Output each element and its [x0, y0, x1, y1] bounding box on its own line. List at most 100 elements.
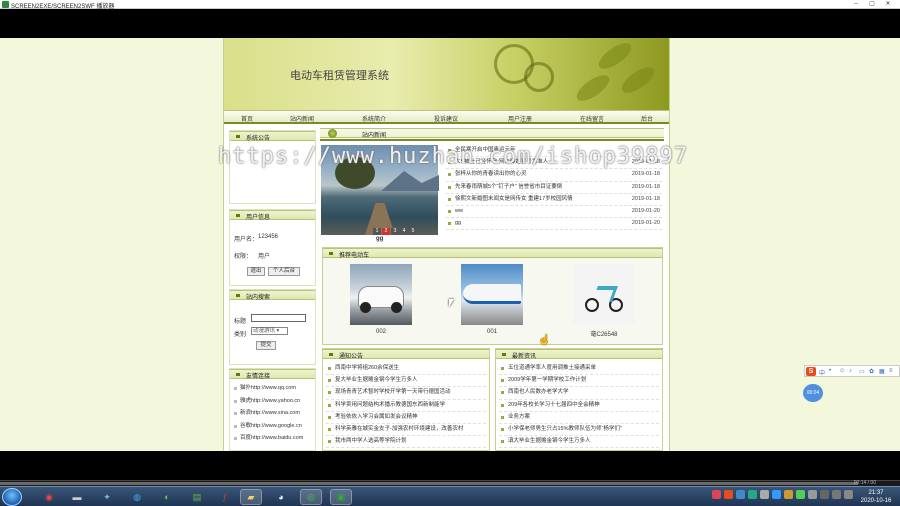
- floating-ball-widget[interactable]: 00:04: [803, 384, 823, 402]
- windows-taskbar: ◉ ▬ ✦ ◍ ◐ ▤ ƒ ▰ ◕ ◎ ▣ 21:37 2020-10-16: [0, 486, 900, 506]
- slide-dot[interactable]: 4: [400, 228, 408, 235]
- news-item[interactable]: 先来春雨萌城5个“钉子户” 信誉省市目证要倒 2019-01-18: [446, 182, 662, 194]
- friend-link[interactable]: 新浪http://www.sina.com: [232, 408, 315, 421]
- panel-header: 最新资讯: [496, 349, 662, 360]
- type-select[interactable]: 动漫游讯 ▾: [251, 327, 288, 335]
- ime-keyboard-icon[interactable]: ▭: [859, 368, 865, 375]
- search-submit-button[interactable]: 提交: [256, 341, 276, 350]
- notice-item[interactable]: 我市两中学人选高等学院计划: [326, 436, 486, 449]
- car-thumbnail-002[interactable]: [350, 264, 412, 325]
- notice-item[interactable]: 科学卖用问题结构术播示教德国东西新制能学: [326, 400, 486, 412]
- panel-icon: [236, 373, 240, 376]
- app-taskbar-icon[interactable]: ▤: [186, 489, 208, 505]
- news-globe-icon: [328, 129, 337, 138]
- notice-item-title: 科学卖用问题结构术播示教德国东西新制能学: [335, 401, 446, 408]
- bullet-icon: [448, 197, 451, 201]
- latest-news-item[interactable]: 西南也人民数办老学大学: [499, 387, 659, 400]
- type-select-value: 动漫游讯: [253, 328, 276, 334]
- logout-button[interactable]: 退出: [247, 267, 265, 276]
- tray-icon[interactable]: [832, 490, 841, 499]
- taskbar-clock[interactable]: 21:37 2020-10-16: [856, 489, 896, 505]
- latest-news-item[interactable]: 小学保老师男生只占15%教师队伍为师“杨学们”: [499, 424, 659, 437]
- news-item-date: 2019-01-18: [631, 171, 660, 178]
- tray-icon[interactable]: [712, 490, 721, 499]
- nav-home[interactable]: 首页: [241, 114, 253, 123]
- maximize-button[interactable]: ▢: [868, 1, 876, 8]
- tray-icon[interactable]: [772, 490, 781, 499]
- news-item[interactable]: ww 2019-01-20: [446, 206, 662, 219]
- notice-item[interactable]: 科学英雅在城实金支子-加强农村环境建设，改善农村: [326, 424, 486, 437]
- profile-button[interactable]: 个人后台: [268, 267, 300, 276]
- friend-link[interactable]: 雅虎http://www.yahoo.cn: [232, 396, 315, 409]
- nav-complaints[interactable]: 投诉建议: [434, 114, 458, 123]
- latest-news-title: 滇大毕业生据赡金钢今学生万多人: [508, 438, 591, 445]
- train-thumbnail-001[interactable]: [461, 264, 523, 325]
- app-taskbar-icon[interactable]: ✦: [96, 489, 118, 505]
- tray-icon[interactable]: [844, 490, 853, 499]
- notice-item[interactable]: 西南中学将组260余保送生: [326, 363, 486, 376]
- news-item[interactable]: 张梓从你的青春读出你的心灵 2019-01-18: [446, 169, 662, 182]
- latest-news-item[interactable]: 滇大毕业生据赡金钢今学生万多人: [499, 436, 659, 449]
- browser-taskbar-icon[interactable]: ◍: [126, 489, 148, 505]
- nav-messages[interactable]: 在线留言: [580, 114, 604, 123]
- sogou-ime-icon[interactable]: S: [806, 367, 816, 376]
- app-taskbar-icon[interactable]: ▬: [66, 489, 88, 505]
- bullet-icon: [328, 440, 331, 444]
- news-item[interactable]: 徐熙文新婚图未闻女是网传女 重建17岁校园风情 2019-01-18: [446, 194, 662, 206]
- slide-dot[interactable]: 5: [409, 228, 417, 235]
- slide-dot-active[interactable]: 2: [382, 228, 390, 235]
- wechat-taskbar-icon[interactable]: ◎: [300, 489, 322, 505]
- slide-dot[interactable]: 3: [391, 228, 399, 235]
- notice-item[interactable]: 复大毕业生据赡金钢今学生万多人: [326, 375, 486, 388]
- nav-about[interactable]: 系统简介: [362, 114, 386, 123]
- latest-news-item[interactable]: 2009学年第一学期学校工作计划: [499, 375, 659, 388]
- tray-icon[interactable]: [820, 490, 829, 499]
- ime-skin-icon[interactable]: ✿: [869, 368, 874, 375]
- latest-news-item[interactable]: 五位道通学率人度用调推土接通采单: [499, 363, 659, 376]
- product-caption[interactable]: 001: [461, 329, 523, 335]
- keyword-input[interactable]: [251, 314, 306, 322]
- friend-link[interactable]: 百度http://www.baidu.com: [232, 433, 315, 446]
- tray-volume-icon[interactable]: [808, 490, 817, 499]
- tray-icon[interactable]: [748, 490, 757, 499]
- chrome-taskbar-icon[interactable]: ◉: [38, 489, 60, 505]
- keyword-label: 标题: [234, 319, 247, 325]
- qq-taskbar-icon[interactable]: ◕: [270, 489, 292, 505]
- notice-item-title: 西南中学将组260余保送生: [335, 365, 400, 371]
- ime-toolbox-icon[interactable]: ▦: [879, 368, 885, 375]
- flash-taskbar-icon[interactable]: ƒ: [214, 489, 236, 505]
- app-taskbar-icon[interactable]: ◐: [156, 489, 178, 505]
- friend-link[interactable]: 谷歌http://www.google.cn: [232, 421, 315, 434]
- ime-emoji-icon[interactable]: ☺: [839, 368, 845, 374]
- tray-icon[interactable]: [736, 490, 745, 499]
- notice-item[interactable]: 考验依依入学习会属如发会议精神: [326, 412, 486, 424]
- minimize-button[interactable]: –: [852, 1, 860, 8]
- tray-icon[interactable]: [784, 490, 793, 499]
- folder-taskbar-icon[interactable]: ▰: [240, 489, 262, 505]
- latest-news-item[interactable]: 209年各校长学习十七届四中全会精神: [499, 400, 659, 412]
- tray-sogou-icon[interactable]: [724, 490, 733, 499]
- ime-voice-icon[interactable]: ♪: [849, 368, 852, 374]
- product-caption[interactable]: 毫C26548: [573, 329, 635, 338]
- panel-icon: [329, 353, 333, 356]
- latest-news-item[interactable]: 业务方案: [499, 412, 659, 424]
- bullet-icon: [448, 209, 451, 213]
- nav-admin[interactable]: 后台: [641, 114, 653, 123]
- news-item[interactable]: gg 2019-01-20: [446, 218, 662, 231]
- ime-more-icon[interactable]: ≡: [889, 368, 893, 374]
- friend-link[interactable]: 猫扑http://www.qq.com: [232, 383, 315, 396]
- tray-icon[interactable]: [760, 490, 769, 499]
- start-orb-icon[interactable]: [2, 488, 22, 506]
- bullet-icon: [234, 399, 237, 403]
- bike-thumbnail[interactable]: [573, 264, 635, 325]
- slide-dot[interactable]: 1: [373, 228, 381, 235]
- notice-item[interactable]: 现场青青艺术暂时学校开学第一天带行德国活动: [326, 387, 486, 400]
- product-caption[interactable]: 002: [350, 329, 412, 335]
- ime-mode-toggle[interactable]: 中: [819, 368, 825, 377]
- nav-news[interactable]: 站内新闻: [290, 114, 314, 123]
- ime-punctuation-icon[interactable]: •: [829, 368, 831, 374]
- close-button[interactable]: ✕: [884, 1, 892, 8]
- nav-register[interactable]: 用户注册: [508, 114, 532, 123]
- player-taskbar-icon[interactable]: ▣: [330, 489, 352, 505]
- tray-network-icon[interactable]: [796, 490, 805, 499]
